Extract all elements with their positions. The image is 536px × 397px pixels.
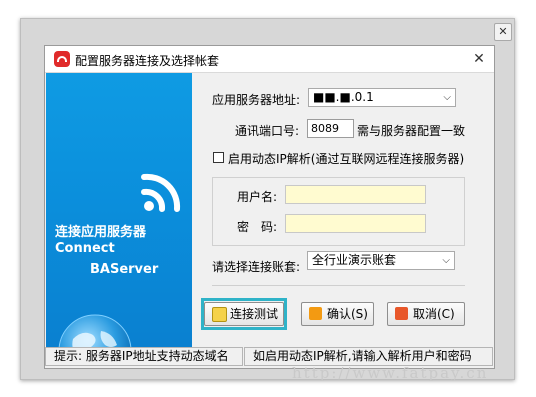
test-connection-label: 连接测试 bbox=[230, 307, 279, 321]
username-input[interactable] bbox=[285, 185, 426, 204]
outer-close-icon[interactable]: ✕ bbox=[494, 23, 512, 41]
banner-subtitle-1: Connect bbox=[55, 241, 115, 256]
username-label: 用户名: bbox=[237, 190, 278, 204]
server-address-label: 应用服务器地址: bbox=[212, 93, 301, 107]
password-input[interactable] bbox=[285, 214, 426, 233]
banner-subtitle-2: BAServer bbox=[90, 262, 159, 277]
lock-icon bbox=[212, 307, 227, 322]
ok-label: 确认(S) bbox=[327, 307, 368, 321]
cancel-button[interactable]: 取消(C) bbox=[387, 302, 465, 326]
divider bbox=[212, 285, 465, 286]
port-label: 通讯端口号: bbox=[235, 124, 300, 138]
app-logo-icon bbox=[54, 51, 70, 67]
dynamic-ip-label[interactable]: 启用动态IP解析(通过互联网远程连接服务器) bbox=[228, 150, 464, 167]
port-hint: 需与服务器配置一致 bbox=[357, 124, 466, 138]
wifi-signal-icon bbox=[141, 173, 181, 212]
banner-title: 连接应用服务器 bbox=[55, 225, 147, 240]
cancel-x-icon bbox=[395, 307, 408, 320]
account-label: 请选择连接账套: bbox=[212, 260, 301, 274]
window-title: 配置服务器连接及选择帐套 bbox=[75, 54, 220, 68]
chevron-down-icon: ⌵ bbox=[442, 255, 450, 266]
test-connection-button[interactable]: 连接测试 bbox=[204, 302, 284, 326]
title-bar: 配置服务器连接及选择帐套 ✕ bbox=[45, 46, 494, 73]
watermark-text: http://www.fatpay.cn bbox=[292, 364, 489, 382]
account-select[interactable]: 全行业演示账套 ⌵ bbox=[307, 251, 455, 270]
ok-button[interactable]: 确认(S) bbox=[301, 302, 374, 326]
side-banner: 连接应用服务器 Connect BAServer bbox=[46, 73, 192, 347]
globe-icon bbox=[58, 314, 132, 347]
cancel-label: 取消(C) bbox=[413, 307, 455, 321]
server-address-value: ■■.■.0.1 bbox=[313, 90, 374, 104]
password-label: 密 码: bbox=[237, 220, 278, 234]
status-hint-left: 提示: 服务器IP地址支持动态域名 bbox=[45, 347, 243, 366]
dynamic-ip-checkbox[interactable] bbox=[213, 152, 224, 163]
chevron-down-icon: ⌵ bbox=[443, 92, 451, 103]
account-value: 全行业演示账套 bbox=[312, 253, 397, 267]
close-icon[interactable]: ✕ bbox=[469, 49, 489, 69]
port-input[interactable]: 8089 bbox=[307, 119, 354, 138]
checkmark-icon bbox=[309, 307, 322, 320]
server-address-select[interactable]: ■■.■.0.1 ⌵ bbox=[308, 88, 456, 107]
